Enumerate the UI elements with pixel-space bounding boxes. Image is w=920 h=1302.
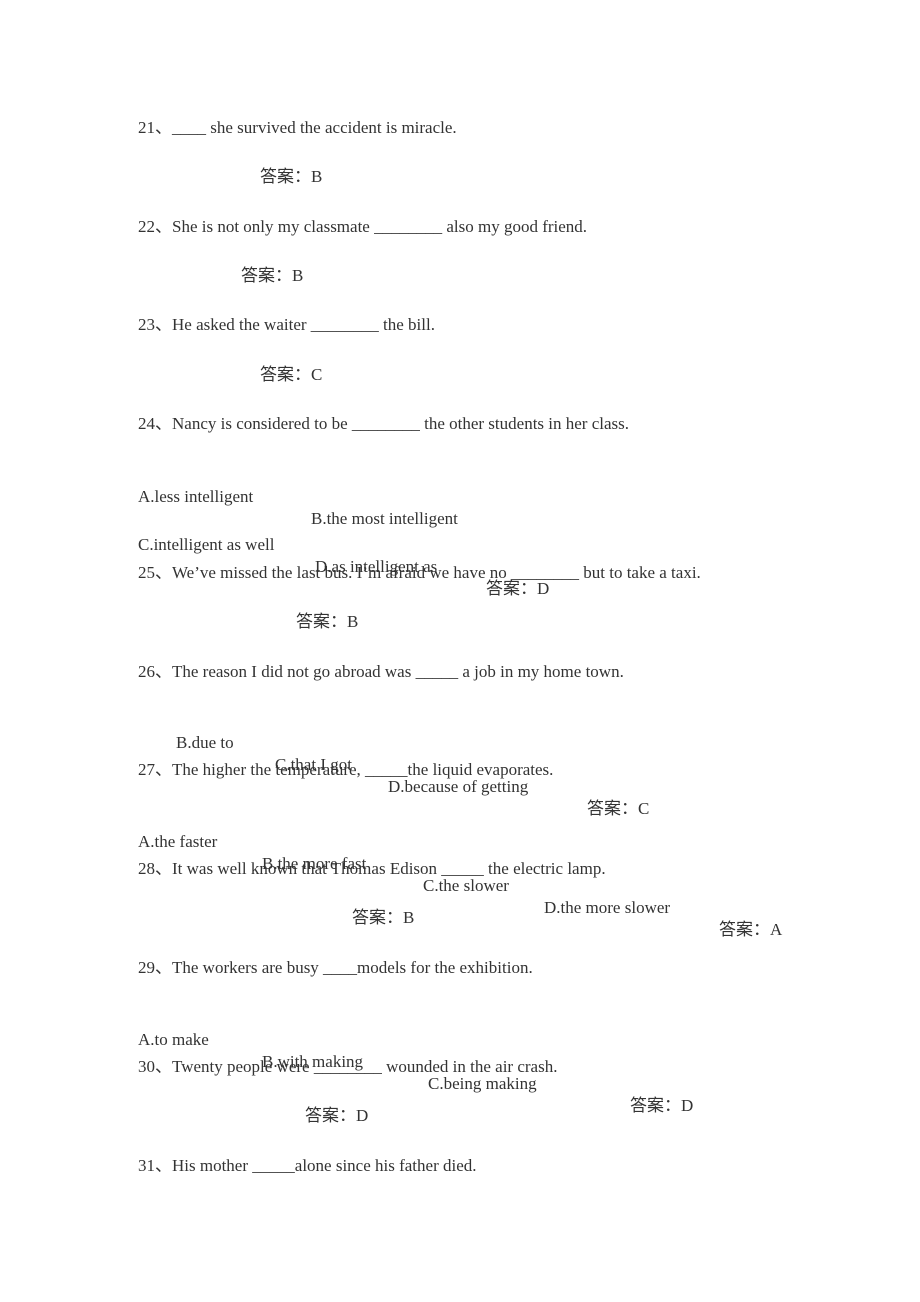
- options-row-24b: C.intelligent as well D.as intelligent a…: [0, 512, 920, 598]
- question-text: He asked the waiter ________ the bill.: [172, 315, 435, 334]
- question-22: 22、She is not only my classmate ________…: [138, 216, 587, 238]
- question-number: 21、: [138, 118, 172, 137]
- question-number: 31、: [138, 1156, 172, 1175]
- answer-value: B: [292, 266, 304, 285]
- answer-value: B: [403, 908, 415, 927]
- question-text: The higher the temperature, _____the liq…: [172, 760, 554, 779]
- document-page: 21、____ she survived the accident is mir…: [0, 0, 920, 1302]
- question-text: ____ she survived the accident is miracl…: [172, 118, 457, 137]
- answer-27: 答案：A: [719, 919, 782, 941]
- answer-30: 答案：D: [305, 1105, 368, 1127]
- option-a: A.to make: [138, 1030, 209, 1049]
- answer-23: 答案：C: [260, 364, 322, 386]
- answer-value: D: [356, 1106, 369, 1125]
- answer-value: A: [770, 920, 783, 939]
- question-29: 29、The workers are busy ____models for t…: [138, 957, 533, 979]
- answer-value: B: [311, 167, 323, 186]
- answer-label: 答案：: [352, 908, 403, 927]
- question-21: 21、____ she survived the accident is mir…: [138, 117, 457, 139]
- answer-label: 答案：: [241, 266, 292, 285]
- question-text: The workers are busy ____models for the …: [172, 958, 533, 977]
- question-number: 25、: [138, 563, 172, 582]
- answer-value: C: [311, 365, 323, 384]
- answer-21: 答案：B: [260, 166, 322, 188]
- option-a: A.less intelligent: [138, 487, 254, 506]
- question-number: 23、: [138, 315, 172, 334]
- question-number: 27、: [138, 760, 172, 779]
- answer-28: 答案：B: [352, 907, 414, 929]
- answer-label: 答案：: [260, 365, 311, 384]
- options-row-26: B.due to C.that I got D.because of getti…: [0, 710, 920, 818]
- question-30: 30、Twenty people were ________ wounded i…: [138, 1056, 557, 1078]
- answer-29: 答案：D: [630, 1095, 693, 1117]
- options-row-29: A.to make B.with making C.being making 答…: [0, 1007, 920, 1115]
- option-d: D.the more slower: [544, 898, 671, 917]
- answer-25: 答案：B: [296, 611, 358, 633]
- question-text: Nancy is considered to be ________ the o…: [172, 414, 630, 433]
- question-number: 28、: [138, 859, 172, 878]
- question-text: His mother _____alone since his father d…: [172, 1156, 477, 1175]
- question-26: 26、The reason I did not go abroad was __…: [138, 661, 624, 683]
- question-number: 26、: [138, 662, 172, 681]
- question-27: 27、The higher the temperature, _____the …: [138, 759, 553, 781]
- question-number: 22、: [138, 217, 172, 236]
- answer-label: 答案：: [719, 920, 770, 939]
- question-text: We’ve missed the last bus. I’m afraid we…: [172, 563, 701, 582]
- option-a: A.the faster: [138, 832, 218, 851]
- question-number: 24、: [138, 414, 172, 433]
- option-c: C.intelligent as well: [138, 535, 275, 554]
- options-row-24a: A.less intelligent B.the most intelligen…: [0, 464, 920, 528]
- answer-label: 答案：: [305, 1106, 356, 1125]
- answer-label: 答案：: [296, 612, 347, 631]
- options-row-27: A.the faster B.the more fast C.the slowe…: [0, 809, 920, 939]
- question-24: 24、Nancy is considered to be ________ th…: [138, 413, 629, 435]
- answer-value: D: [681, 1096, 694, 1115]
- answer-label: 答案：: [260, 167, 311, 186]
- question-text: Twenty people were ________ wounded in t…: [172, 1057, 558, 1076]
- question-number: 29、: [138, 958, 172, 977]
- answer-22: 答案：B: [241, 265, 303, 287]
- question-23: 23、He asked the waiter ________ the bill…: [138, 314, 435, 336]
- question-text: It was well known that Thomas Edison ___…: [172, 859, 606, 878]
- answer-value: B: [347, 612, 359, 631]
- option-b: B.due to: [176, 733, 234, 752]
- question-31: 31、His mother _____alone since his fathe…: [138, 1155, 477, 1177]
- question-text: The reason I did not go abroad was _____…: [172, 662, 624, 681]
- question-25: 25、We’ve missed the last bus. I’m afraid…: [138, 562, 701, 584]
- question-number: 30、: [138, 1057, 172, 1076]
- question-28: 28、It was well known that Thomas Edison …: [138, 858, 606, 880]
- question-text: She is not only my classmate ________ al…: [172, 217, 588, 236]
- answer-label: 答案：: [630, 1096, 681, 1115]
